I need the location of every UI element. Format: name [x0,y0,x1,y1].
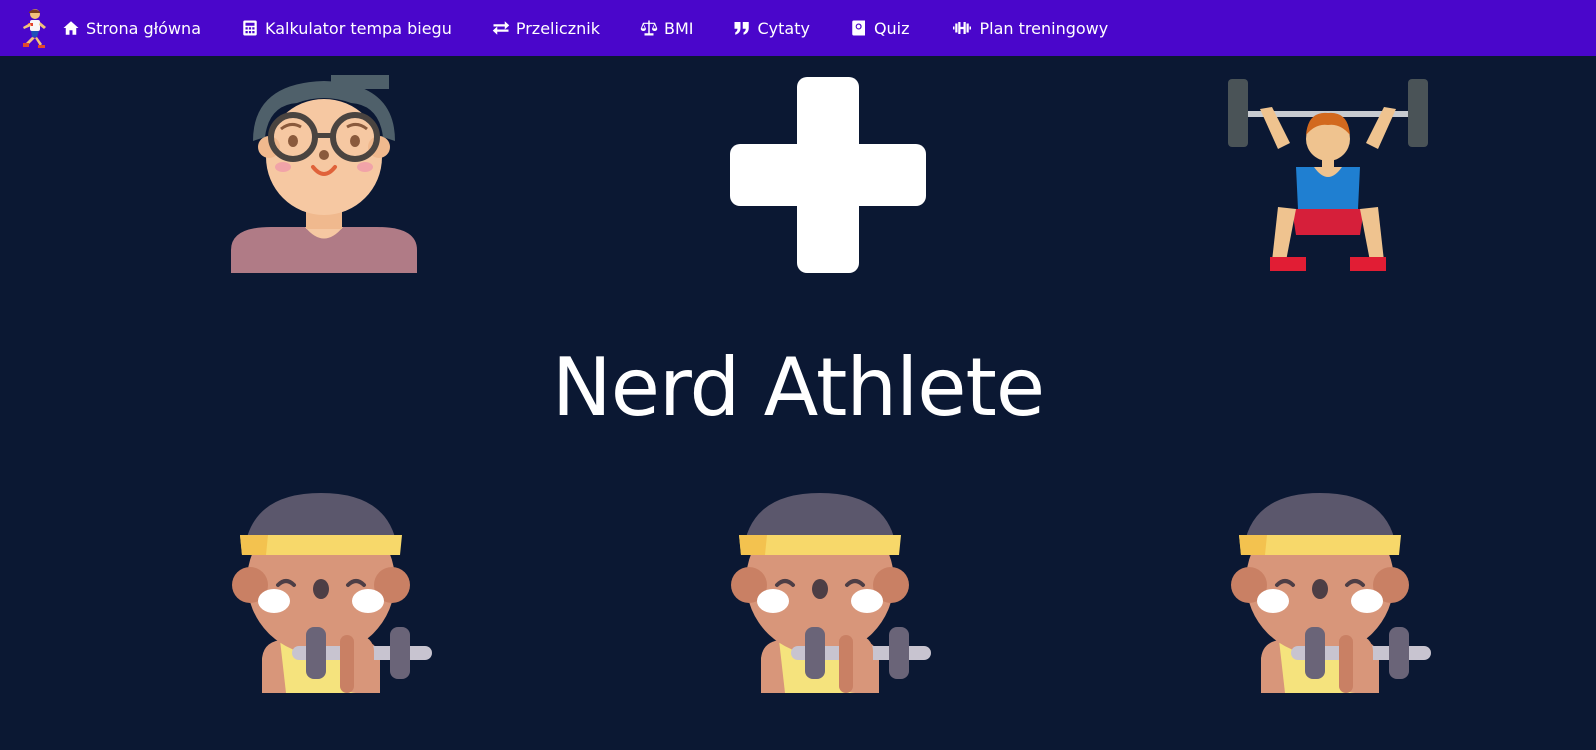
nav-quiz-label: Quiz [873,18,910,38]
plus-icon [730,77,926,273]
navbar: Strona główna Kalkulator tempa biegu Prz… [0,0,1596,56]
athlete-dumbbell-2 [727,491,933,695]
athlete-with-dumbbell-icon [230,491,434,695]
home-icon [63,21,79,35]
nav-training-plan[interactable]: Plan treningowy [950,18,1109,38]
exchange-icon [492,21,510,35]
nav-quiz[interactable]: Quiz [850,19,910,38]
nav-converter[interactable]: Przelicznik [492,19,600,38]
brand-logo[interactable] [2,0,62,56]
nav-bmi[interactable]: BMI [640,18,694,38]
runner-logo-icon [23,9,46,48]
page-title: Nerd Athlete [551,341,1045,434]
quote-icon [734,22,750,35]
nav-bmi-label: BMI [663,18,694,38]
weightlifter [1228,79,1428,273]
athlete-with-dumbbell-icon [729,491,933,695]
nerd-avatar [231,75,417,273]
nav-training-plan-label: Plan treningowy [979,18,1109,38]
nav-quotes[interactable]: Cytaty [733,18,810,38]
nav-home-label: Strona główna [86,18,201,38]
athlete-dumbbell-3 [1227,491,1433,695]
athlete-with-dumbbell-icon [1229,491,1433,695]
quiz-book-icon [852,20,865,36]
nav-converter-label: Przelicznik [515,18,600,38]
nav-home[interactable]: Strona główna [62,19,201,38]
nerd-avatar-icon [231,75,417,273]
athlete-dumbbell-1 [228,491,434,695]
nav-quotes-label: Cytaty [757,18,810,38]
nav-pace-calculator[interactable]: Kalkulator tempa biegu [241,19,452,38]
nav-pace-calculator-label: Kalkulator tempa biegu [265,18,452,38]
calculator-icon [243,20,257,36]
dumbbell-icon [952,22,971,34]
plus-sign [728,75,928,275]
weightlifter-icon [1228,79,1428,271]
balance-scale-icon [640,20,658,36]
